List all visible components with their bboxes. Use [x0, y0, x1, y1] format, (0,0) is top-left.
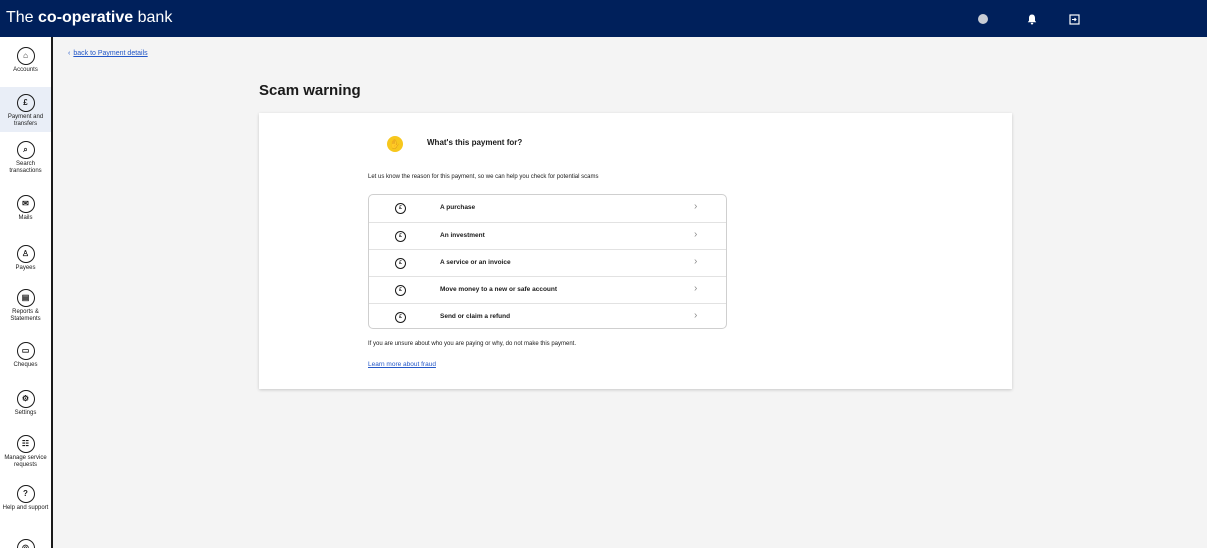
profile-icon[interactable]: [975, 11, 991, 27]
sidebar-item-label: Payment and transfers: [7, 114, 44, 127]
payment-icon: £: [395, 285, 406, 296]
option-service-or-invoice[interactable]: £ A service or an invoice ›: [369, 249, 726, 276]
sidebar-item-payment-and-transfers[interactable]: £ Payment and transfers: [0, 87, 51, 132]
chevron-left-icon: ‹: [68, 50, 71, 57]
back-to-payment-details-link[interactable]: ‹ back to Payment details: [68, 50, 148, 57]
settings-icon: ⚙: [16, 390, 35, 408]
sidebar-item-label: Reports & Statements: [10, 309, 41, 322]
sidebar-item-reports-statements[interactable]: ▤ Reports & Statements: [0, 289, 51, 325]
option-label: A service or an invoice: [440, 259, 511, 266]
unsure-warning-text: If you are unsure about who you are payi…: [368, 341, 577, 347]
cheque-icon: ▭: [16, 342, 35, 360]
hand-icon: ✋: [387, 136, 403, 152]
more-icon: ◎: [16, 539, 35, 548]
sidebar-item-label: Help and support: [2, 505, 49, 511]
sidebar-item-label: Manage service requests: [4, 455, 47, 468]
sidebar-item-settings[interactable]: ⚙ Settings: [0, 390, 51, 420]
sidebar-item-more[interactable]: ◎: [0, 539, 51, 548]
sidebar-item-help-and-support[interactable]: ? Help and support: [0, 485, 51, 521]
sidebar-item-manage-service-requests[interactable]: ☷ Manage service requests: [0, 435, 51, 479]
intro-text: Let us know the reason for this payment,…: [368, 174, 599, 180]
chevron-right-icon: ›: [694, 310, 698, 321]
sidebar-item-accounts[interactable]: ⌂ Accounts: [0, 47, 51, 79]
option-label: Send or claim a refund: [440, 313, 511, 320]
back-link-label: back to Payment details: [73, 50, 148, 57]
sidebar-item-label: Accounts: [13, 67, 38, 73]
payment-icon: £: [395, 312, 406, 323]
page-title: Scam warning: [259, 82, 361, 99]
learn-more-about-fraud-link[interactable]: Learn more about fraud: [368, 361, 436, 368]
sidebar-item-cheques[interactable]: ▭ Cheques: [0, 342, 51, 372]
bell-icon[interactable]: [1024, 11, 1040, 27]
top-bar: The co-operative bank: [0, 0, 1207, 37]
statements-icon: ▤: [16, 289, 35, 307]
chevron-right-icon: ›: [694, 256, 698, 267]
mail-icon: ✉: [16, 195, 35, 213]
payees-icon: ♙: [16, 245, 35, 263]
logo-suffix: bank: [137, 9, 173, 26]
option-move-money-safe-account[interactable]: £ Move money to a new or safe account ›: [369, 276, 726, 303]
payment-purpose-question: What's this payment for?: [427, 138, 523, 147]
sidebar-item-search-transactions[interactable]: ⌕ Search transactions: [0, 141, 51, 177]
sidebar-item-label: Payees: [15, 265, 36, 271]
payment-purpose-options: £ A purchase › £ An investment › £ A ser…: [368, 194, 727, 329]
bank-logo[interactable]: The co-operative bank: [6, 8, 172, 28]
option-label: An investment: [440, 232, 485, 239]
help-icon: ?: [16, 485, 35, 503]
sidebar-item-label: Settings: [14, 410, 37, 416]
chevron-right-icon: ›: [694, 201, 698, 212]
logo-bold: co-operative: [38, 9, 134, 26]
payment-icon: £: [395, 231, 406, 242]
service-requests-icon: ☷: [16, 435, 35, 453]
sidebar-item-payees[interactable]: ♙ Payees: [0, 245, 51, 275]
home-icon: ⌂: [16, 47, 35, 65]
payment-icon: £: [395, 203, 406, 214]
option-label: Move money to a new or safe account: [440, 286, 558, 293]
logo-prefix: The: [6, 9, 34, 26]
sidebar: ⌂ Accounts £ Payment and transfers ⌕ Sea…: [0, 37, 53, 548]
scam-warning-card: ✋ What's this payment for? Let us know t…: [259, 113, 1012, 389]
sidebar-item-mails[interactable]: ✉ Mails: [0, 195, 51, 225]
chevron-right-icon: ›: [694, 283, 698, 294]
option-send-or-claim-refund[interactable]: £ Send or claim a refund ›: [369, 303, 726, 330]
search-icon: ⌕: [16, 141, 35, 159]
logout-icon[interactable]: [1066, 11, 1082, 27]
sidebar-item-label: Search transactions: [9, 161, 42, 174]
payment-icon: £: [395, 258, 406, 269]
option-a-purchase[interactable]: £ A purchase ›: [369, 195, 726, 222]
payment-icon: £: [16, 94, 35, 112]
option-label: A purchase: [440, 204, 476, 211]
option-an-investment[interactable]: £ An investment ›: [369, 222, 726, 249]
chevron-right-icon: ›: [694, 229, 698, 240]
sidebar-item-label: Mails: [18, 215, 33, 221]
sidebar-item-label: Cheques: [13, 362, 38, 368]
